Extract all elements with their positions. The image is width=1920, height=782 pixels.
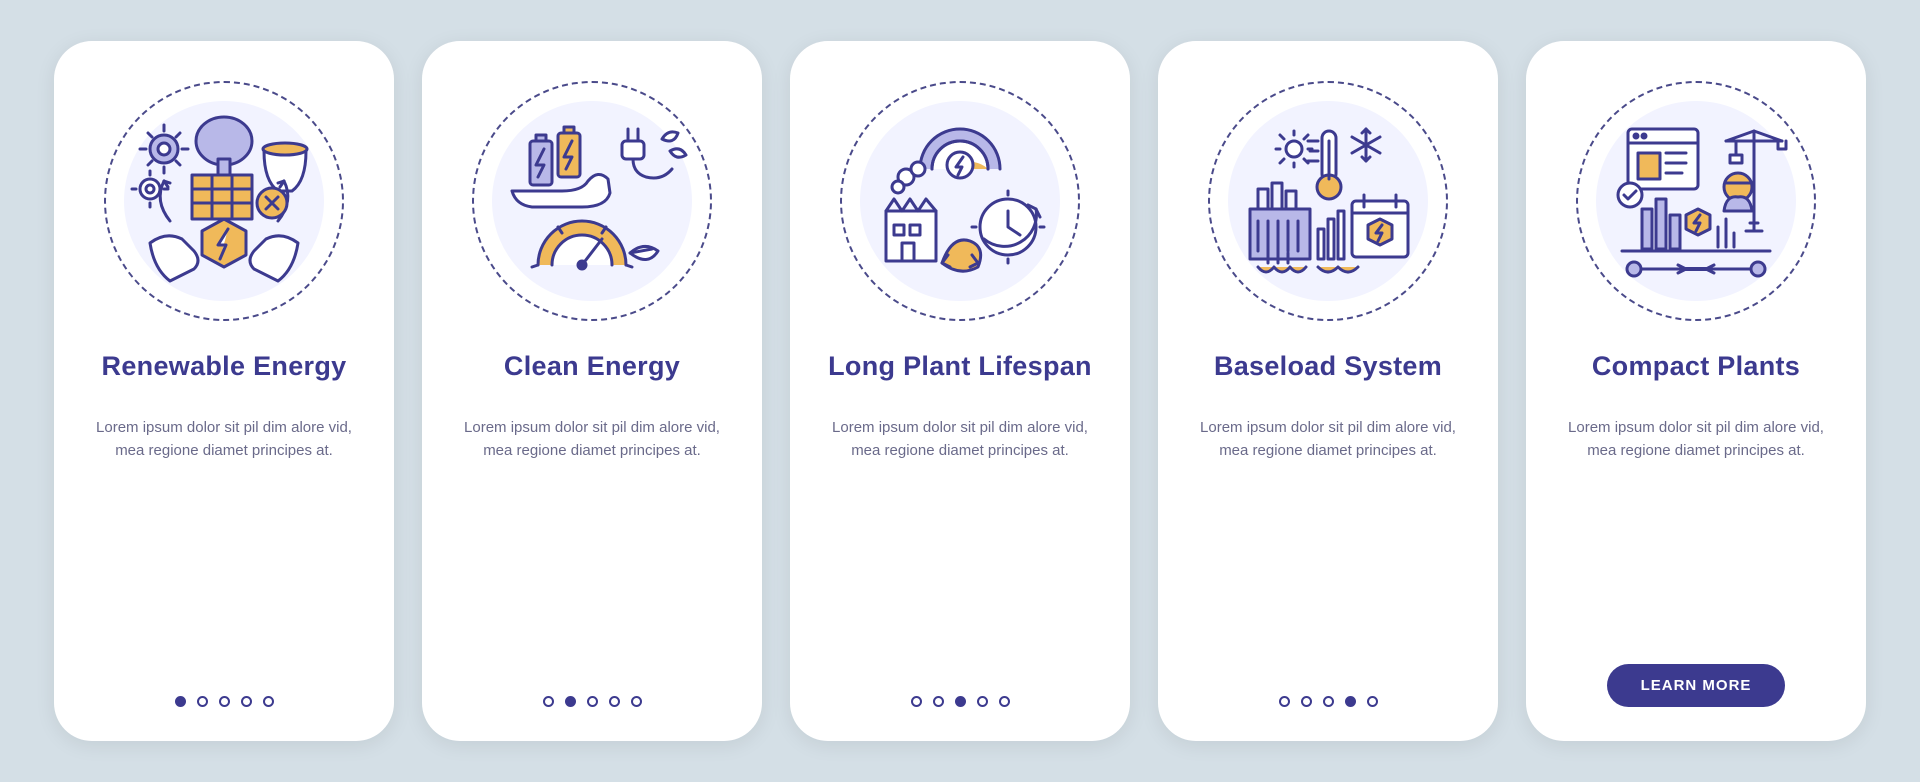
baseload-system-icon [1218, 91, 1438, 311]
bottom-controls [452, 696, 732, 707]
bottom-controls [1188, 696, 1468, 707]
bottom-controls: LEARN MORE [1556, 664, 1836, 707]
pagination-dots [911, 696, 1010, 707]
pagination-dot[interactable] [977, 696, 988, 707]
clean-energy-icon [482, 91, 702, 311]
pagination-dot[interactable] [1323, 696, 1334, 707]
screen-title: Long Plant Lifespan [828, 351, 1092, 382]
screen-title: Renewable Energy [102, 351, 347, 382]
long-plant-lifespan-icon [850, 91, 1070, 311]
pagination-dot[interactable] [911, 696, 922, 707]
pagination-dot[interactable] [609, 696, 620, 707]
screen-title: Clean Energy [504, 351, 680, 382]
onboarding-screen-baseload-system: Baseload System Lorem ipsum dolor sit pi… [1158, 41, 1498, 741]
bottom-controls [84, 696, 364, 707]
pagination-dot[interactable] [933, 696, 944, 707]
bottom-controls [820, 696, 1100, 707]
renewable-energy-icon [114, 91, 334, 311]
screen-title: Baseload System [1214, 351, 1442, 382]
screen-description: Lorem ipsum dolor sit pil dim alore vid,… [1188, 416, 1468, 463]
pagination-dot[interactable] [219, 696, 230, 707]
screen-description: Lorem ipsum dolor sit pil dim alore vid,… [452, 416, 732, 463]
onboarding-screen-renewable-energy: Renewable Energy Lorem ipsum dolor sit p… [54, 41, 394, 741]
pagination-dot[interactable] [999, 696, 1010, 707]
compact-plants-icon [1586, 91, 1806, 311]
screen-title: Compact Plants [1592, 351, 1800, 382]
pagination-dot[interactable] [631, 696, 642, 707]
pagination-dot[interactable] [175, 696, 186, 707]
pagination-dot[interactable] [955, 696, 966, 707]
onboarding-screen-clean-energy: Clean Energy Lorem ipsum dolor sit pil d… [422, 41, 762, 741]
screen-description: Lorem ipsum dolor sit pil dim alore vid,… [84, 416, 364, 463]
illustration-baseload-system [1208, 81, 1448, 321]
pagination-dots [543, 696, 642, 707]
pagination-dot[interactable] [587, 696, 598, 707]
pagination-dot[interactable] [1367, 696, 1378, 707]
screen-description: Lorem ipsum dolor sit pil dim alore vid,… [820, 416, 1100, 463]
screen-description: Lorem ipsum dolor sit pil dim alore vid,… [1556, 416, 1836, 463]
illustration-clean-energy [472, 81, 712, 321]
pagination-dot[interactable] [1345, 696, 1356, 707]
pagination-dots [1279, 696, 1378, 707]
pagination-dots [175, 696, 274, 707]
pagination-dot[interactable] [241, 696, 252, 707]
illustration-compact-plants [1576, 81, 1816, 321]
pagination-dot[interactable] [543, 696, 554, 707]
illustration-renewable-energy [104, 81, 344, 321]
onboarding-screen-compact-plants: Compact Plants Lorem ipsum dolor sit pil… [1526, 41, 1866, 741]
pagination-dot[interactable] [263, 696, 274, 707]
pagination-dot[interactable] [197, 696, 208, 707]
learn-more-button[interactable]: LEARN MORE [1607, 664, 1786, 707]
onboarding-screen-long-plant-lifespan: Long Plant Lifespan Lorem ipsum dolor si… [790, 41, 1130, 741]
illustration-long-plant-lifespan [840, 81, 1080, 321]
pagination-dot[interactable] [1279, 696, 1290, 707]
pagination-dot[interactable] [1301, 696, 1312, 707]
pagination-dot[interactable] [565, 696, 576, 707]
